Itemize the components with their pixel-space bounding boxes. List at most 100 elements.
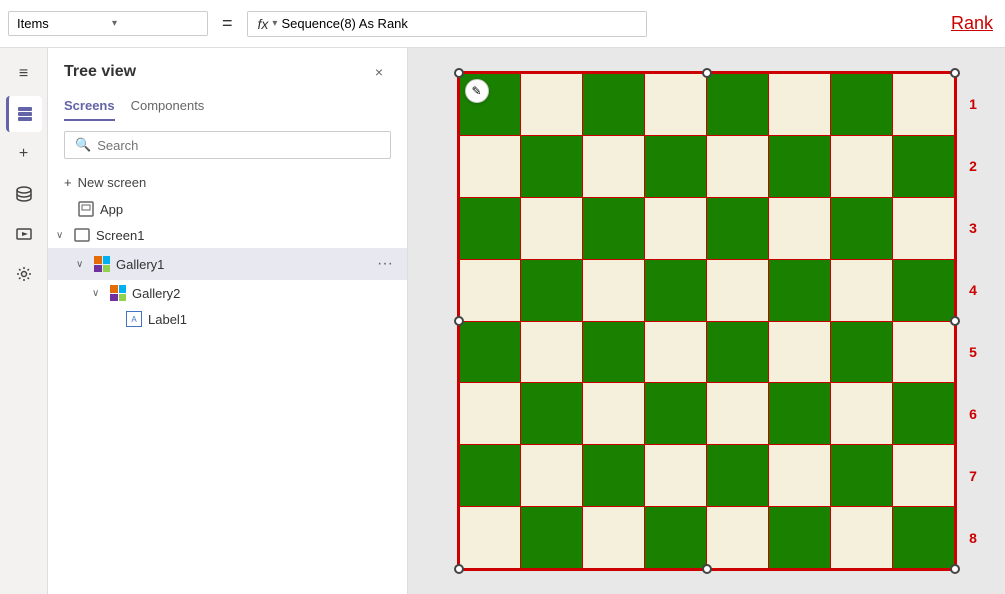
label1-label: Label1	[148, 312, 187, 327]
cell-r7-c0	[460, 507, 521, 568]
cell-r7-c3	[645, 507, 706, 568]
top-bar: Items ▾ = fx ▾ Sequence(8) As Rank Rank	[0, 0, 1005, 48]
handle-middle-left[interactable]	[454, 316, 464, 326]
items-dropdown[interactable]: Items ▾	[8, 11, 208, 36]
cell-r3-c6	[831, 260, 892, 321]
media-button[interactable]	[6, 216, 42, 252]
cell-r4-c4	[707, 322, 768, 383]
cell-r0-c3	[645, 74, 706, 135]
cell-r3-c3	[645, 260, 706, 321]
cell-r2-c6	[831, 198, 892, 259]
items-label: Items	[17, 16, 104, 31]
cell-r6-c6	[831, 445, 892, 506]
cell-r2-c0	[460, 198, 521, 259]
cell-r5-c3	[645, 383, 706, 444]
label1-icon: A	[124, 311, 144, 327]
fx-chevron-icon: ▾	[272, 18, 277, 29]
app-icon	[76, 201, 96, 217]
equals-button[interactable]: =	[214, 9, 241, 38]
gallery1-collapse-icon: ∨	[76, 259, 88, 270]
handle-bottom-left[interactable]	[454, 564, 464, 574]
cell-r4-c5	[769, 322, 830, 383]
gallery2-icon	[108, 285, 128, 301]
cell-r5-c1	[521, 383, 582, 444]
gallery2-collapse-icon: ∨	[92, 288, 104, 299]
search-input[interactable]	[97, 138, 380, 153]
fx-icon: fx	[258, 16, 269, 32]
rank-8: 8	[953, 507, 993, 569]
search-icon: 🔍	[75, 137, 91, 153]
tab-components[interactable]: Components	[131, 92, 205, 121]
cell-r7-c6	[831, 507, 892, 568]
tab-screens[interactable]: Screens	[64, 92, 115, 121]
tree-tabs: Screens Components	[48, 84, 407, 121]
handle-top-left[interactable]	[454, 68, 464, 78]
cell-r2-c7	[893, 198, 954, 259]
tree-title: Tree view	[64, 63, 136, 81]
collapse-icon: ∨	[56, 230, 68, 241]
rank-numbers: 1 2 3 4 5 6 7 8	[953, 73, 993, 569]
cell-r3-c7	[893, 260, 954, 321]
cell-r6-c2	[583, 445, 644, 506]
edit-icon[interactable]: ✎	[465, 79, 489, 103]
cell-r7-c4	[707, 507, 768, 568]
cell-r7-c1	[521, 507, 582, 568]
cell-r1-c1	[521, 136, 582, 197]
settings-button[interactable]	[6, 256, 42, 292]
cell-r0-c4	[707, 74, 768, 135]
cell-r3-c5	[769, 260, 830, 321]
tree-item-label1[interactable]: A Label1	[48, 306, 407, 332]
cell-r5-c7	[893, 383, 954, 444]
tree-item-screen1[interactable]: ∨ Screen1	[48, 222, 407, 248]
add-button[interactable]: +	[6, 136, 42, 172]
app-label: App	[100, 202, 123, 217]
cell-r1-c3	[645, 136, 706, 197]
checkerboard	[459, 73, 955, 569]
rank-6: 6	[953, 383, 993, 445]
rank-4: 4	[953, 259, 993, 321]
cell-r7-c7	[893, 507, 954, 568]
cell-r2-c4	[707, 198, 768, 259]
new-screen-label: New screen	[78, 175, 147, 190]
cell-r1-c0	[460, 136, 521, 197]
cell-r3-c2	[583, 260, 644, 321]
cell-r6-c1	[521, 445, 582, 506]
cell-r4-c0	[460, 322, 521, 383]
cell-r4-c6	[831, 322, 892, 383]
layers-button[interactable]	[6, 96, 42, 132]
handle-bottom-center[interactable]	[702, 564, 712, 574]
rank-5: 5	[953, 321, 993, 383]
chevron-down-icon: ▾	[112, 18, 199, 29]
data-button[interactable]	[6, 176, 42, 212]
tree-item-gallery2[interactable]: ∨ Gallery2	[48, 280, 407, 306]
cell-r1-c6	[831, 136, 892, 197]
new-screen-button[interactable]: + New screen	[48, 169, 407, 196]
handle-top-center[interactable]	[702, 68, 712, 78]
canvas-area[interactable]: ✎ 1 2 3 4 5 6 7 8	[408, 48, 1005, 594]
cell-r4-c1	[521, 322, 582, 383]
cell-r5-c6	[831, 383, 892, 444]
rank-label: Rank	[951, 13, 997, 34]
screen-icon	[72, 227, 92, 243]
rank-2: 2	[953, 135, 993, 197]
tree-item-gallery1[interactable]: ∨ Gallery1 ···	[48, 248, 407, 280]
cell-r6-c3	[645, 445, 706, 506]
cell-r4-c2	[583, 322, 644, 383]
gallery1-more-button[interactable]: ···	[371, 253, 399, 275]
formula-bar[interactable]: fx ▾ Sequence(8) As Rank	[247, 11, 647, 37]
cell-r2-c1	[521, 198, 582, 259]
cell-r6-c5	[769, 445, 830, 506]
cell-r2-c2	[583, 198, 644, 259]
cell-r6-c4	[707, 445, 768, 506]
cell-r3-c1	[521, 260, 582, 321]
screen1-label: Screen1	[96, 228, 144, 243]
cell-r1-c7	[893, 136, 954, 197]
icon-strip: ≡ +	[0, 48, 48, 594]
close-button[interactable]: ×	[367, 60, 391, 84]
hamburger-menu-button[interactable]: ≡	[6, 56, 42, 92]
cell-r3-c4	[707, 260, 768, 321]
cell-r0-c6	[831, 74, 892, 135]
tree-item-app[interactable]: App	[48, 196, 407, 222]
cell-r0-c7	[893, 74, 954, 135]
search-box[interactable]: 🔍	[64, 131, 391, 159]
